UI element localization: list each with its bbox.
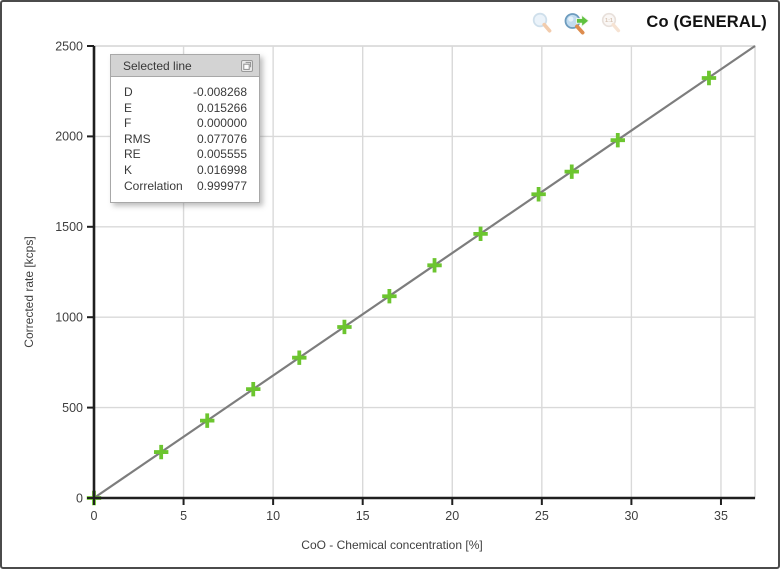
zoom-next-magnifier-arrow-icon[interactable]: [563, 10, 590, 36]
x-tick-label: 25: [535, 509, 549, 523]
param-value: -0.008268: [193, 85, 247, 101]
data-point-marker[interactable]: [246, 382, 260, 396]
param-value: 0.016998: [197, 163, 247, 179]
chart-toolbar: 1:1: [529, 10, 624, 36]
param-value: 0.077076: [197, 132, 247, 148]
page-title: Co (GENERAL): [646, 13, 767, 32]
param-value: 0.005555: [197, 147, 247, 163]
y-tick-label: 1000: [55, 311, 83, 325]
param-label: RE: [124, 147, 141, 163]
x-tick-label: 20: [445, 509, 459, 523]
data-point-marker[interactable]: [382, 289, 396, 303]
svg-text:1:1: 1:1: [604, 18, 612, 24]
selected-line-panel: Selected line D -0.008268 E 0.015266 F 0…: [110, 54, 260, 203]
data-point-marker[interactable]: [200, 413, 214, 427]
zoom-one-to-one-magnifier-icon[interactable]: 1:1: [597, 10, 624, 36]
x-tick-label: 35: [714, 509, 728, 523]
x-tick-label: 10: [266, 509, 280, 523]
panel-title: Selected line: [123, 59, 192, 73]
param-row-d: D -0.008268: [124, 85, 247, 101]
data-point-marker[interactable]: [427, 258, 441, 272]
param-value: 0.000000: [197, 116, 247, 132]
param-label: F: [124, 116, 131, 132]
x-tick-label: 30: [624, 509, 638, 523]
param-label: RMS: [124, 132, 151, 148]
param-label: Correlation: [124, 179, 183, 195]
y-tick-label: 0: [76, 491, 83, 505]
y-tick-label: 2500: [55, 39, 83, 53]
param-label: E: [124, 101, 132, 117]
y-tick-label: 1500: [55, 220, 83, 234]
x-tick-label: 5: [180, 509, 187, 523]
param-row-rms: RMS 0.077076: [124, 132, 247, 148]
param-label: D: [124, 85, 133, 101]
param-row-re: RE 0.005555: [124, 147, 247, 163]
param-label: K: [124, 163, 132, 179]
float-window-icon[interactable]: [240, 59, 254, 73]
selected-line-parameters: D -0.008268 E 0.015266 F 0.000000 RMS 0.…: [110, 76, 260, 203]
calibration-window: 0 5 10 15 20 25 30 35 0 500 1000 1500 2000 2500 CoO - …: [0, 0, 780, 569]
x-axis-title: CoO - Chemical concentration [%]: [301, 538, 482, 552]
x-tick-label: 0: [91, 509, 98, 523]
param-row-correlation: Correlation 0.999977: [124, 179, 247, 195]
data-point-marker[interactable]: [292, 350, 306, 364]
param-row-f: F 0.000000: [124, 116, 247, 132]
y-tick-label: 2000: [55, 130, 83, 144]
param-row-k: K 0.016998: [124, 163, 247, 179]
y-axis-title: Corrected rate [kcps]: [22, 236, 36, 347]
data-point-marker[interactable]: [154, 445, 168, 459]
param-value: 0.015266: [197, 101, 247, 117]
data-point-marker[interactable]: [473, 227, 487, 241]
param-value: 0.999977: [197, 179, 247, 195]
param-row-e: E 0.015266: [124, 101, 247, 117]
selected-line-panel-header[interactable]: Selected line: [110, 54, 260, 76]
x-tick-label: 15: [356, 509, 370, 523]
zoom-magnifier-icon[interactable]: [529, 10, 556, 36]
data-point-marker[interactable]: [337, 320, 351, 334]
y-tick-label: 500: [62, 401, 83, 415]
